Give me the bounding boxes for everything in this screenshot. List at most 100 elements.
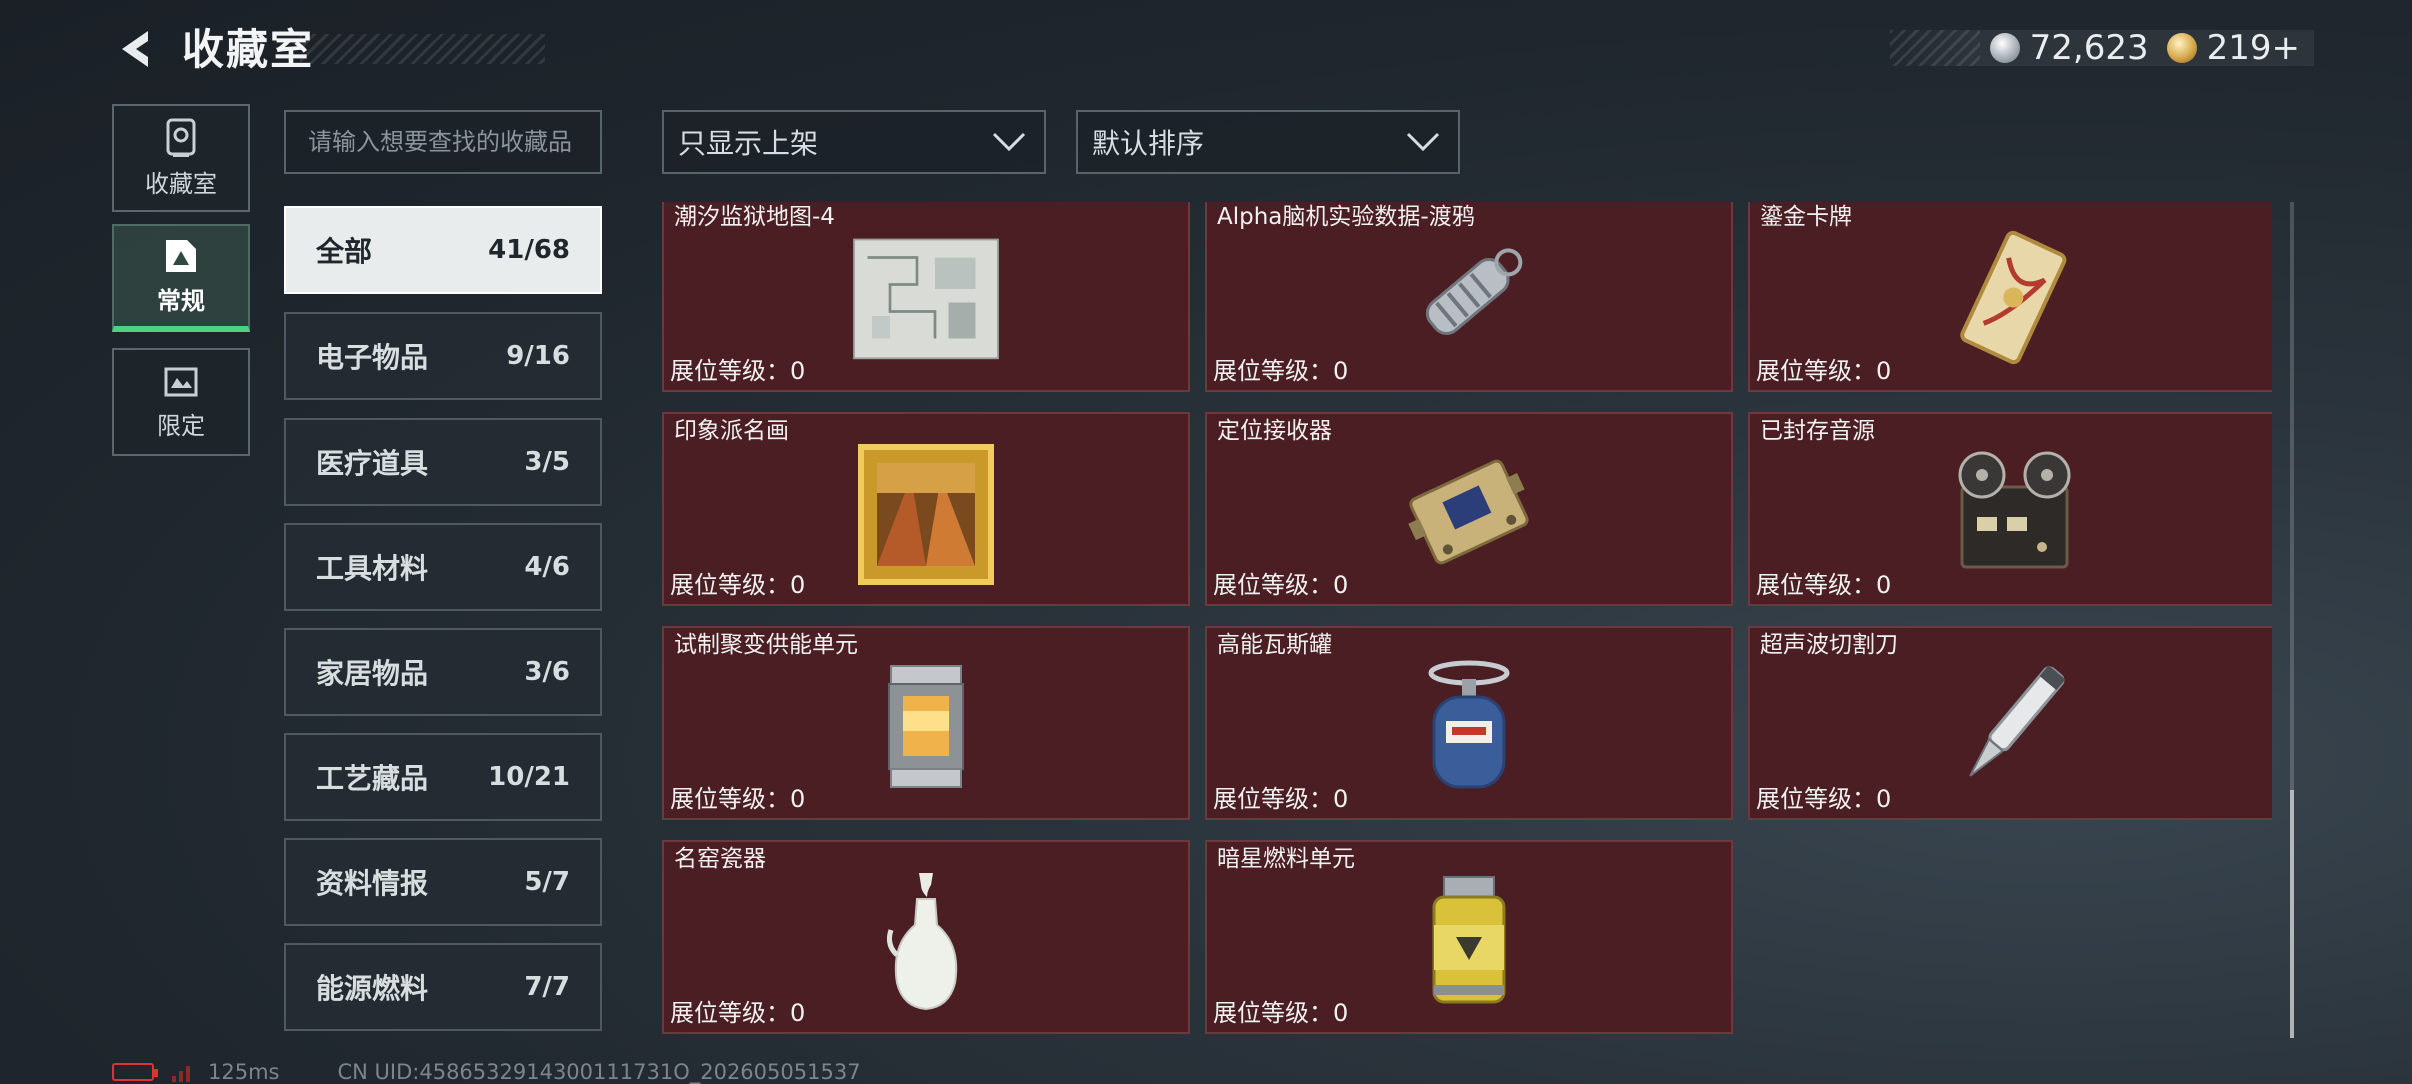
exhibit-level: 展位等级：0 xyxy=(670,357,806,385)
gold-currency[interactable]: 219+ xyxy=(2166,28,2300,68)
gold-amount: 219+ xyxy=(2206,28,2300,68)
nav-limited[interactable]: 限定 xyxy=(112,348,250,456)
gilded-card-icon xyxy=(1922,218,2102,378)
nav-label: 收藏室 xyxy=(145,169,217,198)
category-electronics[interactable]: 电子物品 9/16 xyxy=(284,312,602,400)
receiver-icon xyxy=(1379,432,1559,592)
category-name: 家居物品 xyxy=(316,657,429,690)
category-household[interactable]: 家居物品 3/6 xyxy=(284,628,602,716)
collection-card[interactable]: 暗星燃料单元 展位等级：0 xyxy=(1205,840,1733,1034)
collection-card[interactable]: Alpha脑机实验数据-渡鸦 展位等级：0 xyxy=(1205,202,1733,392)
exhibit-level: 展位等级：0 xyxy=(670,571,806,599)
data-drive-icon xyxy=(1379,218,1559,378)
collection-card[interactable]: 定位接收器 展位等级：0 xyxy=(1205,412,1733,606)
category-name: 全部 xyxy=(316,235,373,268)
collection-card[interactable]: 已封存音源 展位等级：0 xyxy=(1748,412,2272,606)
category-fuel[interactable]: 能源燃料 7/7 xyxy=(284,943,602,1031)
category-intel[interactable]: 资料情报 5/7 xyxy=(284,838,602,926)
category-tools[interactable]: 工具材料 4/6 xyxy=(284,523,602,611)
item-name: 鎏金卡牌 xyxy=(1760,204,1852,230)
fusion-cell-icon xyxy=(836,646,1016,806)
currency-bar: 72,623 219+ xyxy=(1890,28,2314,68)
exhibit-level: 展位等级：0 xyxy=(1213,571,1349,599)
exhibit-level: 展位等级：0 xyxy=(1213,785,1349,813)
category-name: 工艺藏品 xyxy=(316,762,429,795)
signal-icon xyxy=(172,1062,190,1082)
collection-grid: 潮汐监狱地图-4 展位等级：0 Alpha脑机实验数据-渡鸦 展位等级：0 鎏金… xyxy=(660,202,2272,1038)
exhibit-level: 展位等级：0 xyxy=(1756,357,1892,385)
category-count: 41/68 xyxy=(488,235,570,265)
item-name: 暗星燃料单元 xyxy=(1217,846,1355,872)
limited-icon xyxy=(164,367,198,396)
category-count: 3/5 xyxy=(524,447,570,477)
category-name: 工具材料 xyxy=(316,552,429,585)
silver-currency: 72,623 xyxy=(1989,28,2149,68)
item-name: 名窑瓷器 xyxy=(674,846,766,872)
exhibit-level: 展位等级：0 xyxy=(1213,999,1349,1027)
porcelain-vase-icon xyxy=(836,860,1016,1020)
collection-card[interactable]: 名窑瓷器 展位等级：0 xyxy=(662,840,1190,1034)
nav-general[interactable]: 常规 xyxy=(112,224,250,332)
category-all[interactable]: 全部 41/68 xyxy=(284,206,602,294)
collection-card[interactable]: 超声波切割刀 展位等级：0 xyxy=(1748,626,2272,820)
exhibit-level: 展位等级：0 xyxy=(1213,357,1349,385)
exhibit-level: 展位等级：0 xyxy=(670,999,806,1027)
silver-coin-icon xyxy=(1989,33,2020,63)
item-name: 高能瓦斯罐 xyxy=(1217,632,1332,658)
chevron-down-icon xyxy=(992,132,1026,152)
category-name: 电子物品 xyxy=(316,341,429,374)
category-count: 7/7 xyxy=(524,972,570,1002)
nav-label: 常规 xyxy=(157,286,205,315)
item-name: 潮汐监狱地图-4 xyxy=(674,204,835,230)
category-crafts[interactable]: 工艺藏品 10/21 xyxy=(284,733,602,821)
gas-canister-icon xyxy=(1379,646,1559,806)
chevron-down-icon xyxy=(1406,132,1440,152)
category-count: 4/6 xyxy=(524,552,570,582)
category-name: 医疗道具 xyxy=(316,447,429,480)
category-medical[interactable]: 医疗道具 3/5 xyxy=(284,418,602,506)
tape-recorder-icon xyxy=(1922,432,2102,592)
title-decoration xyxy=(300,34,545,64)
item-name: 试制聚变供能单元 xyxy=(674,632,858,658)
vault-icon xyxy=(166,118,196,157)
listing-filter-dropdown[interactable]: 只显示上架 xyxy=(662,110,1046,174)
search-input[interactable] xyxy=(284,110,602,174)
collection-card[interactable]: 印象派名画 展位等级：0 xyxy=(662,412,1190,606)
back-arrow-icon xyxy=(122,31,148,67)
collection-card[interactable]: 潮汐监狱地图-4 展位等级：0 xyxy=(662,202,1190,392)
gold-coin-icon xyxy=(2166,33,2197,63)
collection-card[interactable]: 鎏金卡牌 展位等级：0 xyxy=(1748,202,2272,392)
nav-label: 限定 xyxy=(157,411,205,440)
uid-text: CN UID:4586532914300111731O_202605051537 xyxy=(337,1060,861,1084)
item-name: 已封存音源 xyxy=(1760,418,1875,444)
item-name: 印象派名画 xyxy=(674,418,789,444)
category-count: 10/21 xyxy=(488,762,570,792)
fuel-canister-icon xyxy=(1379,860,1559,1020)
status-footer: 125ms CN UID:4586532914300111731O_202605… xyxy=(112,1060,861,1084)
item-name: 超声波切割刀 xyxy=(1760,632,1898,658)
category-name: 资料情报 xyxy=(316,867,429,900)
exhibit-level: 展位等级：0 xyxy=(1756,785,1892,813)
listing-filter-value: 只显示上架 xyxy=(678,127,819,160)
category-count: 9/16 xyxy=(506,341,570,371)
scrollbar-thumb[interactable] xyxy=(2290,790,2294,1038)
silver-amount: 72,623 xyxy=(2029,28,2149,68)
painting-icon xyxy=(836,432,1016,592)
battery-icon xyxy=(112,1063,158,1081)
collection-card[interactable]: 试制聚变供能单元 展位等级：0 xyxy=(662,626,1190,820)
exhibit-level: 展位等级：0 xyxy=(670,785,806,813)
general-icon xyxy=(166,239,196,272)
ultrasonic-knife-icon xyxy=(1922,646,2102,806)
ping-text: 125ms xyxy=(208,1060,280,1084)
map-icon xyxy=(836,218,1016,378)
category-name: 能源燃料 xyxy=(316,972,429,1005)
category-count: 5/7 xyxy=(524,867,570,897)
collection-card[interactable]: 高能瓦斯罐 展位等级：0 xyxy=(1205,626,1733,820)
nav-vault[interactable]: 收藏室 xyxy=(112,104,250,212)
exhibit-level: 展位等级：0 xyxy=(1756,571,1892,599)
back-button[interactable] xyxy=(112,26,156,72)
sort-dropdown[interactable]: 默认排序 xyxy=(1076,110,1460,174)
page-title: 收藏室 xyxy=(182,25,315,74)
sort-value: 默认排序 xyxy=(1092,127,1205,160)
item-name: 定位接收器 xyxy=(1217,418,1332,444)
